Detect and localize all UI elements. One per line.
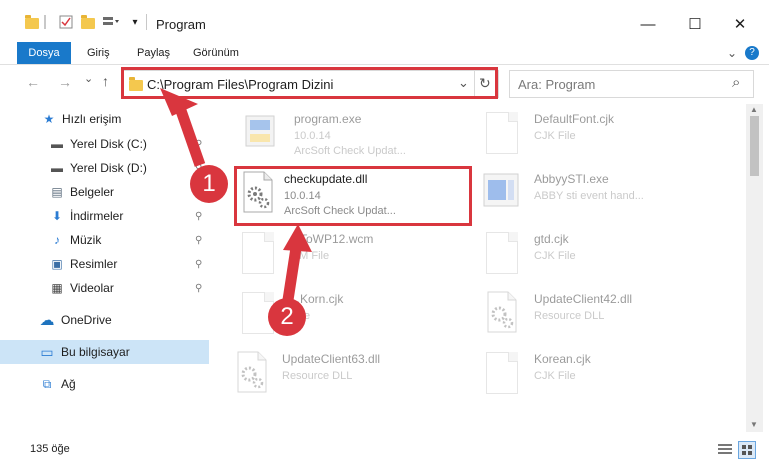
- annotation-arrows: [160, 88, 312, 301]
- arrowhead-icon: [283, 224, 312, 252]
- callout-1: 1: [190, 165, 228, 203]
- arrow-to-file: [282, 247, 302, 301]
- arrowhead-icon: [160, 88, 198, 116]
- callout-2: 2: [268, 298, 306, 336]
